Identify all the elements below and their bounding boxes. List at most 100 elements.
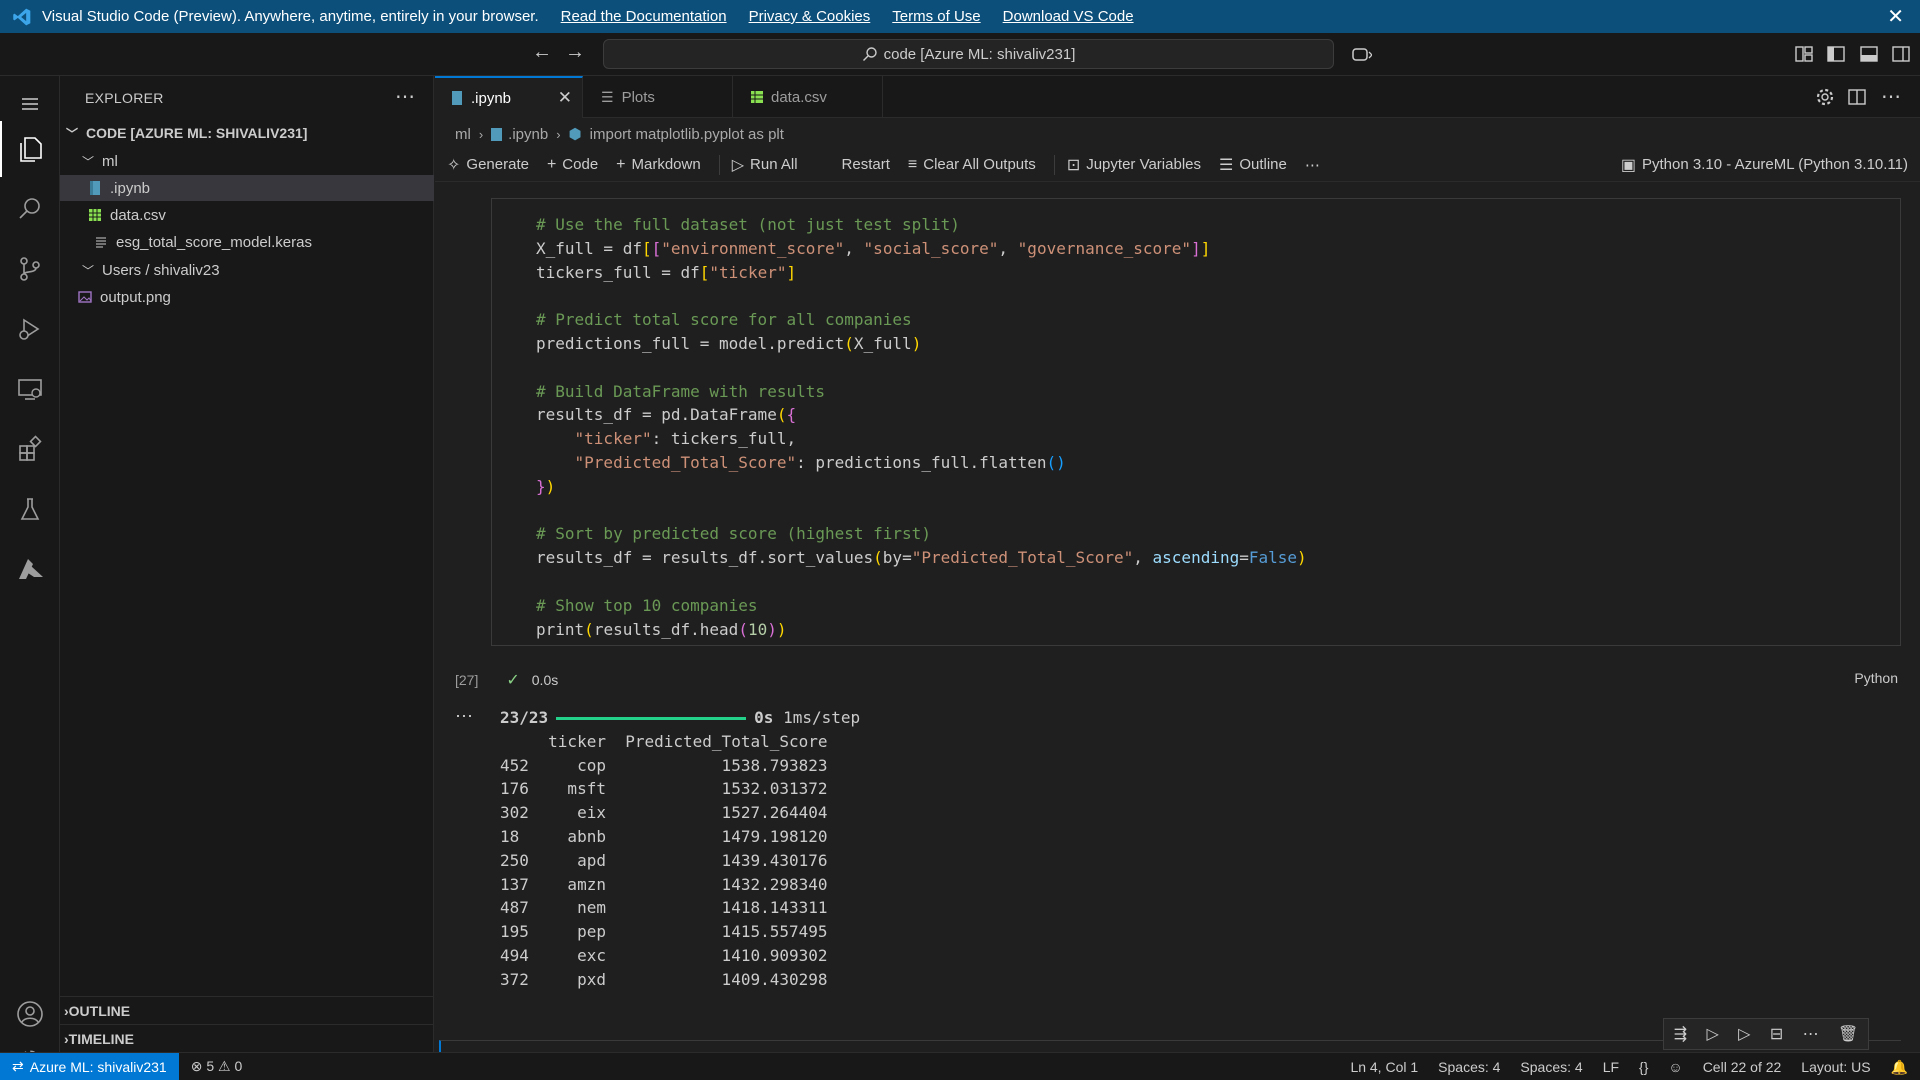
code-cell[interactable]: # Use the full dataset (not just test sp…: [491, 198, 1901, 646]
tab-plots[interactable]: ☰ Plots: [583, 76, 733, 118]
notebook-file-icon: [90, 181, 100, 195]
run-debug-icon[interactable]: [0, 301, 60, 357]
restart-button[interactable]: Restart: [842, 156, 890, 173]
forward-arrow-icon[interactable]: →: [565, 41, 585, 64]
download-link[interactable]: Download VS Code: [1003, 8, 1134, 25]
cell-language[interactable]: Python: [1854, 670, 1898, 686]
close-icon[interactable]: ✕: [1887, 4, 1904, 29]
breadcrumb-ml[interactable]: ml: [455, 126, 471, 143]
activity-bar: [0, 76, 60, 1074]
end-of-line[interactable]: LF: [1603, 1059, 1619, 1075]
back-arrow-icon[interactable]: ←: [532, 41, 552, 64]
editor-tabs: .ipynb ✕ ☰ Plots data.csv ⋯: [435, 76, 1920, 118]
workspace-root[interactable]: ﹀ CODE [AZURE ML: SHIVALIV231]: [60, 120, 434, 146]
command-center-search[interactable]: code [Azure ML: shivaliv231]: [603, 39, 1334, 69]
kernel-label: Python 3.10 - AzureML (Python 3.10.11): [1642, 156, 1908, 173]
search-icon: [862, 47, 877, 61]
indentation[interactable]: Spaces: 4: [1438, 1059, 1500, 1075]
indentation-2[interactable]: Spaces: 4: [1520, 1059, 1582, 1075]
output-row: 302 eix 1527.264404: [500, 803, 828, 823]
jupyter-variables-button[interactable]: ⊡ Jupyter Variables: [1067, 155, 1201, 175]
problems-indicator[interactable]: ⊗ 5 ⚠ 0: [191, 1058, 243, 1075]
notifications-bell-icon[interactable]: 🔔: [1891, 1059, 1908, 1076]
delete-icon[interactable]: 🗑: [1838, 1024, 1858, 1044]
chevron-right-icon: ›: [556, 126, 561, 142]
search-icon[interactable]: [0, 181, 60, 237]
output-row: 250 apd 1439.430176: [500, 850, 828, 870]
cell-indicator[interactable]: Cell 22 of 22: [1703, 1059, 1782, 1075]
execute-above-icon[interactable]: ▷: [1706, 1024, 1718, 1044]
split-editor-icon[interactable]: [1847, 87, 1867, 107]
explorer-title: EXPLORER: [85, 90, 164, 106]
run-all-button[interactable]: ▷ Run All: [732, 155, 798, 175]
add-code-button[interactable]: + Code: [547, 156, 598, 174]
tab-data-csv-label: data.csv: [771, 88, 827, 106]
execution-time: 0.0s: [531, 672, 559, 688]
kernel-picker[interactable]: ▣ Python 3.10 - AzureML (Python 3.10.11): [1621, 155, 1908, 175]
gear-icon[interactable]: [1815, 87, 1835, 107]
check-icon: ✓: [506, 672, 520, 689]
error-icon: ⊗: [190, 1058, 203, 1074]
output-header: ticker Predicted_Total_Score: [500, 731, 828, 751]
remote-explorer-icon[interactable]: [0, 361, 60, 417]
cursor-position[interactable]: Ln 4, Col 1: [1350, 1059, 1418, 1075]
run-by-line-icon[interactable]: ⇶: [1674, 1024, 1687, 1044]
python-cell-icon: ⬢: [568, 126, 582, 143]
tab-ipynb-label: .ipynb: [471, 89, 512, 107]
breadcrumb-cell[interactable]: import matplotlib.pyplot as plt: [590, 126, 784, 143]
folder-users[interactable]: ﹀ Users / shivaliv23: [60, 257, 434, 283]
more-actions-icon[interactable]: ⋯: [1881, 84, 1901, 109]
output-row: 18 abnb 1479.198120: [500, 826, 828, 846]
more-actions-icon[interactable]: ⋯: [1803, 1024, 1819, 1044]
progress-bar: [556, 717, 747, 720]
timeline-panel-header[interactable]: › TIMELINE: [60, 1024, 434, 1052]
execute-below-icon[interactable]: ▷: [1738, 1024, 1750, 1044]
copilot-icon[interactable]: ☺: [1668, 1059, 1682, 1075]
copilot-icon[interactable]: [1350, 43, 1372, 65]
file-ipynb[interactable]: .ipynb: [60, 175, 434, 201]
language-mode-braces[interactable]: {}: [1639, 1059, 1648, 1075]
more-actions-icon[interactable]: ⋯: [395, 84, 415, 109]
azure-icon[interactable]: [0, 541, 60, 597]
chevron-down-icon: ﹀: [81, 154, 94, 169]
customize-layout-icon[interactable]: [1793, 43, 1815, 65]
folder-ml[interactable]: ﹀ ml: [60, 148, 434, 174]
chevron-down-icon: ﹀: [81, 263, 94, 278]
tab-data-csv[interactable]: data.csv: [733, 76, 883, 118]
output-row: 494 exc 1410.909302: [500, 945, 828, 965]
tab-ipynb[interactable]: .ipynb ✕: [435, 76, 583, 118]
outline-panel-header[interactable]: › OUTLINE: [60, 996, 434, 1024]
remote-indicator[interactable]: ⇄ Azure ML: shivaliv231: [0, 1052, 179, 1080]
keyboard-layout[interactable]: Layout: US: [1801, 1059, 1870, 1075]
output-row: 137 amzn 1432.298340: [500, 874, 828, 894]
plus-icon: +: [616, 155, 626, 173]
output-more-icon[interactable]: ⋯: [455, 706, 473, 727]
source-control-icon[interactable]: [0, 241, 60, 297]
add-markdown-button[interactable]: + Markdown: [616, 156, 701, 174]
file-keras-model[interactable]: esg_total_score_model.keras: [60, 229, 434, 255]
explorer-icon[interactable]: [0, 121, 60, 177]
warning-count: 0: [234, 1058, 243, 1074]
close-tab-icon[interactable]: ✕: [558, 88, 572, 108]
workspace-root-label: CODE [AZURE ML: SHIVALIV231]: [86, 125, 308, 141]
testing-flask-icon[interactable]: [0, 481, 60, 537]
docs-link[interactable]: Read the Documentation: [561, 8, 727, 25]
list-icon: ☰: [1219, 156, 1234, 174]
more-actions-icon[interactable]: ⋯: [1305, 156, 1320, 174]
split-cell-icon[interactable]: ⊟: [1770, 1024, 1783, 1044]
toggle-sidebar-icon[interactable]: [1825, 43, 1847, 65]
file-output-png[interactable]: output.png: [60, 284, 434, 310]
extensions-icon[interactable]: [0, 421, 60, 477]
terms-link[interactable]: Terms of Use: [892, 8, 980, 25]
outline-button[interactable]: ☰ Outline: [1219, 155, 1287, 175]
warning-icon: ⚠: [218, 1058, 231, 1074]
breadcrumb-ipynb[interactable]: .ipynb: [508, 126, 548, 143]
toggle-secondary-sidebar-icon[interactable]: [1890, 43, 1912, 65]
clear-outputs-button[interactable]: ≡ Clear All Outputs: [908, 156, 1036, 174]
toggle-panel-icon[interactable]: [1858, 43, 1880, 65]
file-data-csv[interactable]: data.csv: [60, 202, 434, 228]
generate-button[interactable]: ✧ Generate: [447, 155, 529, 175]
code-editor[interactable]: # Use the full dataset (not just test sp…: [536, 213, 1307, 641]
privacy-link[interactable]: Privacy & Cookies: [749, 8, 871, 25]
plus-icon: +: [546, 155, 557, 173]
